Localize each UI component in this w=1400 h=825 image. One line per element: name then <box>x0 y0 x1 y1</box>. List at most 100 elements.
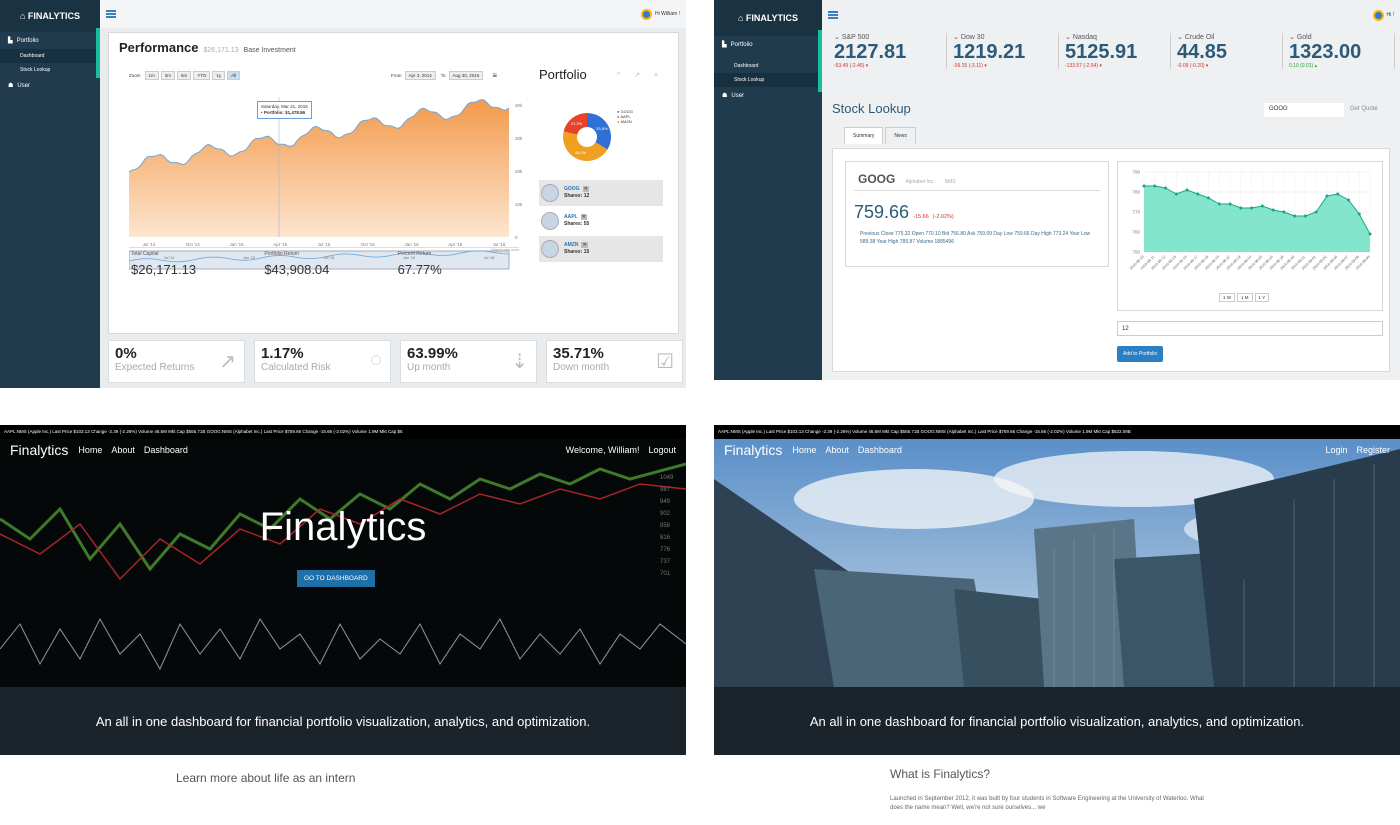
range-1w-button[interactable]: 1 W <box>1219 293 1236 302</box>
sidebar-item-stock-lookup[interactable]: Stock Lookup <box>0 63 100 77</box>
portfolio-pie-chart[interactable]: 33.8% 45.0% 21.2% <box>561 111 613 163</box>
stock-ticker: AAPL:NMS (Apple Inc.) Last Price $103.13… <box>714 425 1400 439</box>
sidebar-item-user[interactable]: ☗ User <box>0 77 100 94</box>
price-chart[interactable]: 7507607707807902016-08-102016-08-112016-… <box>1118 162 1382 310</box>
remove-icon[interactable]: ✕ <box>581 242 588 248</box>
range-1y-button[interactable]: 1 Y <box>1254 293 1270 302</box>
pie-label: 21.2% <box>571 121 583 126</box>
quote-details: Previous Close 775.32 Open 770.10 Bid 75… <box>860 231 1091 245</box>
zoom-3m[interactable]: 3m <box>160 71 176 80</box>
y-tick-label: 750 <box>1132 250 1140 255</box>
nav-about[interactable]: About <box>111 445 135 455</box>
user-menu[interactable]: Hi William ! <box>641 8 680 20</box>
tab-news[interactable]: News <box>885 127 916 144</box>
user-menu[interactable]: Hi ! <box>1372 9 1394 21</box>
index-quote[interactable]: ⌄ S&P 500 2127.81 -53.49 (-2.45) ▾ <box>834 33 946 69</box>
nav-home[interactable]: Home <box>792 445 816 455</box>
index-name-label: Dow 30 <box>960 34 985 41</box>
tabs: Summary News <box>844 127 916 144</box>
y-tick-label: 0 <box>515 235 518 240</box>
trend-chart-icon: ↗ <box>219 351 236 373</box>
holding-row[interactable]: AMZN ✕ Shares: 15 <box>539 236 663 262</box>
sidebar-item-dashboard[interactable]: Dashboard <box>0 49 100 63</box>
sort-down-icon: ⇣ <box>511 351 528 373</box>
remove-icon[interactable]: ✕ <box>580 214 587 220</box>
holding-ticker-line: GOOG ✕ <box>564 186 589 193</box>
range-buttons: 1 W 1 M 1 Y <box>1219 293 1271 302</box>
index-quote[interactable]: ⌄ Gold 1323.00 0.10 (0.01) ▴ <box>1282 33 1394 69</box>
index-quote[interactable]: ⌄ Nasdaq 5125.91 -133.57 (-2.54) ▾ <box>1058 33 1170 69</box>
brand-link[interactable]: Finalytics <box>724 442 782 458</box>
sidebar-brand[interactable]: ⌂ FINALYTICS <box>714 0 822 36</box>
y-tick-label: 10k <box>515 202 523 207</box>
zoom-1y[interactable]: 1y <box>212 71 226 80</box>
chart-menu-icon[interactable]: ≡ <box>492 71 497 80</box>
zoom-ytd[interactable]: YTD <box>193 71 211 80</box>
menu-icon[interactable] <box>106 10 116 18</box>
get-quote-button[interactable]: Get Quote <box>1350 106 1378 112</box>
summary-portfolio-return: Portfolio Return $43,908.04 <box>264 251 330 277</box>
index-value: 44.85 <box>1177 41 1228 63</box>
from-date-input[interactable]: Apr 3, 2014 <box>404 71 436 80</box>
index-change-label: -39.15 (-3.11) <box>953 63 983 69</box>
nav-dashboard[interactable]: Dashboard <box>858 445 902 455</box>
nav-about[interactable]: About <box>825 445 849 455</box>
range-1m-button[interactable]: 1 M <box>1237 293 1253 302</box>
index-quote[interactable]: ⌄ Crude Oil 44.85 -0.09 (-0.20) ▾ <box>1170 33 1282 69</box>
base-amount: $26,171.13 <box>203 47 239 54</box>
y-tick-label: 790 <box>1132 170 1140 175</box>
portfolio-area <box>129 99 509 237</box>
add-to-portfolio-button[interactable]: Add to Portfolio <box>1117 346 1164 362</box>
page-title: Stock Lookup <box>832 101 911 116</box>
price-point <box>1368 232 1372 236</box>
chart-icon: ▙ <box>8 38 13 44</box>
holding-ticker[interactable]: GOOG <box>564 186 580 192</box>
y-tick-label: 770 <box>1132 210 1140 215</box>
index-change: 0.10 (0.01) ▴ <box>1289 63 1394 69</box>
avatar <box>1372 9 1384 21</box>
index-quote[interactable]: ⌄ Dow 30 1219.21 -39.15 (-3.11) ▾ <box>946 33 1058 69</box>
remove-icon[interactable]: ✕ <box>582 186 589 192</box>
price-chart-card: 750 760 770 780 790 2016-08-10 2016-08-11 2016-… <box>1117 161 1383 311</box>
arrow-down-icon: ▾ <box>864 63 869 69</box>
sidebar-item-stock-lookup[interactable]: Stock Lookup <box>714 73 822 87</box>
holding-info: AAPL ✕ Shares: 55 <box>564 214 589 228</box>
sidebar-item-portfolio[interactable]: ▙ Portfolio <box>0 32 100 49</box>
brand-link[interactable]: Finalytics <box>10 442 68 458</box>
login-link[interactable]: Login <box>1325 445 1347 455</box>
sidebar-item-dashboard[interactable]: Dashboard <box>714 53 822 73</box>
logout-link[interactable]: Logout <box>648 445 676 455</box>
sidebar-item-user[interactable]: ☗ User <box>714 87 822 104</box>
holding-row[interactable]: AAPL ✕ Shares: 55 <box>539 208 663 234</box>
chevron-down-icon: ⌄ <box>834 34 842 41</box>
nav-dashboard[interactable]: Dashboard <box>144 445 188 455</box>
index-quote[interactable]: ⌄ 10-Yr Bond1.670.06 (3.47) ▴ <box>1394 33 1400 69</box>
holding-ticker[interactable]: AMZN <box>564 242 578 248</box>
avatar <box>541 184 559 202</box>
sidebar-brand[interactable]: ⌂ FINALYTICS <box>0 0 100 32</box>
search-input[interactable]: GOOG <box>1264 103 1344 117</box>
to-date-input[interactable]: Aug 30, 2016 <box>448 71 484 80</box>
user-icon: ☗ <box>722 93 728 99</box>
card-window-controls[interactable]: ^ ↗ × <box>617 71 664 79</box>
go-to-dashboard-button[interactable]: GO TO DASHBOARD <box>297 570 375 587</box>
zoom-all[interactable]: All <box>227 71 241 80</box>
price-point <box>1293 214 1297 218</box>
sidebar-item-portfolio[interactable]: ▙ Portfolio <box>714 36 822 53</box>
shares-input[interactable]: 12 <box>1117 321 1383 336</box>
stock-lookup-screenshot: ⌂ FINALYTICS ▙ Portfolio Dashboard Stock … <box>714 0 1400 380</box>
zoom-6m[interactable]: 6m <box>177 71 192 80</box>
section-title: What is Finalytics? <box>890 767 991 781</box>
tab-summary[interactable]: Summary <box>844 127 884 144</box>
holding-row[interactable]: GOOG ✕ Shares: 12 <box>539 180 663 206</box>
register-link[interactable]: Register <box>1356 445 1390 455</box>
holding-ticker[interactable]: AAPL <box>564 214 578 220</box>
menu-icon[interactable] <box>828 11 838 19</box>
index-name: ⌄ S&P 500 <box>834 33 946 41</box>
index-name-label: S&P 500 <box>841 34 870 41</box>
zoom-1m[interactable]: 1m <box>144 71 159 80</box>
price-point <box>1174 192 1178 196</box>
checkbox-icon: ☑ <box>656 351 674 373</box>
sidebar: ⌂ FINALYTICS ▙ Portfolio Dashboard Stock … <box>0 0 100 388</box>
nav-home[interactable]: Home <box>78 445 102 455</box>
